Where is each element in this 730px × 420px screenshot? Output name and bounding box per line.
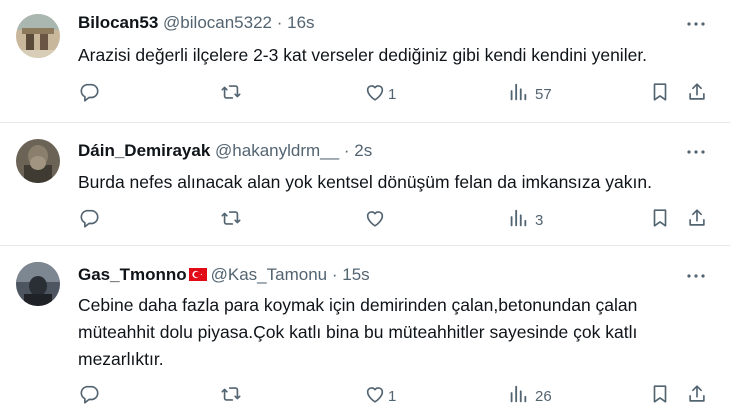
share-icon <box>686 207 708 233</box>
timestamp[interactable]: 16s <box>287 13 314 32</box>
like-icon <box>364 207 386 233</box>
tweet-3[interactable]: Gas_Tmonno @Kas_Tamonu · 15s Cebine daha … <box>0 246 730 420</box>
more-icon[interactable] <box>684 264 708 288</box>
display-name[interactable]: Gas_Tmonno <box>78 265 187 284</box>
action-bar: 1 57 <box>78 81 718 107</box>
avatar[interactable] <box>16 14 60 58</box>
views-icon <box>507 81 529 107</box>
tweet-text-line: müteahhit dolu piyasa.Çok katlı bina bu … <box>78 322 638 342</box>
tweet-2[interactable]: Dáin_Demirayak @hakanyldrm__ · 2s Burda … <box>0 123 730 245</box>
share-button[interactable] <box>686 81 708 107</box>
share-icon <box>686 81 708 107</box>
tweet-1[interactable]: Bilocan53 @bilocan5322 · 16s Arazisi değ… <box>0 0 730 122</box>
separator-dot: · <box>331 265 338 284</box>
bookmark-icon <box>649 383 671 409</box>
bookmark-button[interactable] <box>649 81 671 107</box>
views-button[interactable]: 26 <box>507 383 552 409</box>
like-icon <box>364 81 386 107</box>
reply-button[interactable] <box>78 383 106 409</box>
more-icon[interactable] <box>684 12 708 36</box>
share-icon <box>686 383 708 409</box>
timestamp[interactable]: 15s <box>342 265 369 284</box>
tweet-text: Arazisi değerli ilçelere 2-3 kat versele… <box>78 45 648 65</box>
avatar[interactable] <box>16 139 60 183</box>
retweet-button[interactable] <box>220 207 248 233</box>
user-handle[interactable]: @bilocan5322 <box>163 13 272 32</box>
turkey-flag-icon <box>188 268 207 281</box>
share-button[interactable] <box>686 383 708 409</box>
like-count: 1 <box>388 85 397 103</box>
tweet-header: Gas_Tmonno @Kas_Tamonu · 15s <box>78 264 370 286</box>
retweet-icon <box>220 383 242 409</box>
like-button[interactable]: 1 <box>364 81 396 107</box>
views-button[interactable]: 3 <box>507 207 543 233</box>
tweet-text-line: Cebine daha fazla para koymak için demir… <box>78 295 638 315</box>
display-name[interactable]: Dáin_Demirayak <box>78 141 210 160</box>
action-bar: 1 26 <box>78 383 718 409</box>
retweet-icon <box>220 81 242 107</box>
views-count: 3 <box>535 211 544 229</box>
reply-icon <box>78 81 100 107</box>
views-count: 57 <box>535 85 552 103</box>
avatar[interactable] <box>16 262 60 306</box>
tweet-header: Bilocan53 @bilocan5322 · 16s <box>78 12 315 34</box>
views-count: 26 <box>535 387 552 405</box>
user-handle[interactable]: @hakanyldrm__ <box>215 141 339 160</box>
separator-dot: · <box>276 13 283 32</box>
display-name[interactable]: Bilocan53 <box>78 13 158 32</box>
bookmark-button[interactable] <box>649 383 671 409</box>
like-button[interactable] <box>364 207 392 233</box>
like-button[interactable]: 1 <box>364 383 396 409</box>
retweet-icon <box>220 207 242 233</box>
tweet-text: Burda nefes alınacak alan yok kentsel dö… <box>78 172 652 192</box>
action-bar: 3 <box>78 207 718 233</box>
bookmark-icon <box>649 81 671 107</box>
reply-icon <box>78 383 100 409</box>
reply-button[interactable] <box>78 207 106 233</box>
user-handle[interactable]: @Kas_Tamonu <box>211 265 328 284</box>
views-icon <box>507 383 529 409</box>
retweet-button[interactable] <box>220 81 248 107</box>
bookmark-button[interactable] <box>649 207 671 233</box>
separator-dot: · <box>343 141 350 160</box>
timestamp[interactable]: 2s <box>354 141 372 160</box>
like-icon <box>364 383 386 409</box>
retweet-button[interactable] <box>220 383 248 409</box>
share-button[interactable] <box>686 207 708 233</box>
more-icon[interactable] <box>684 140 708 164</box>
bookmark-icon <box>649 207 671 233</box>
views-icon <box>507 207 529 233</box>
views-button[interactable]: 57 <box>507 81 552 107</box>
tweet-text: Cebine daha fazla para koymak için demir… <box>78 292 708 373</box>
tweet-text-line: mezarlıktır. <box>78 349 164 369</box>
tweet-header: Dáin_Demirayak @hakanyldrm__ · 2s <box>78 140 372 162</box>
reply-button[interactable] <box>78 81 106 107</box>
reply-icon <box>78 207 100 233</box>
like-count: 1 <box>388 387 397 405</box>
